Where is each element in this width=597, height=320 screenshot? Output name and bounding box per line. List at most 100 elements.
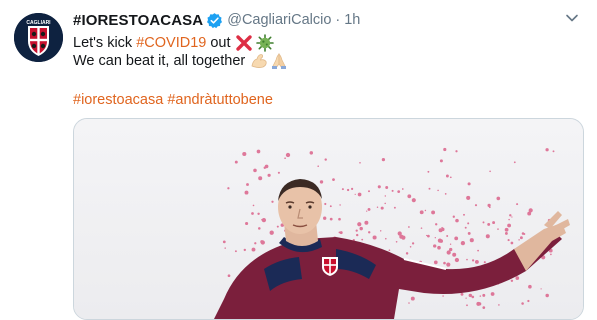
display-name[interactable]: #IORESTOACASA — [73, 12, 203, 29]
splash-particle — [285, 152, 291, 158]
splash-particle — [485, 234, 490, 239]
avatar[interactable]: CAGLIARI — [14, 13, 63, 62]
splash-particle — [428, 187, 431, 190]
splash-particle — [513, 161, 516, 164]
splash-particle — [224, 247, 226, 249]
splash-particle — [460, 240, 466, 246]
splash-particle — [411, 242, 415, 245]
handle[interactable]: @CagliariCalcio — [227, 12, 331, 28]
hashtag-andratuttobene[interactable]: #andràtuttobene — [167, 92, 273, 108]
splash-particle — [401, 188, 404, 190]
splash-particle — [479, 295, 482, 297]
tweet-text: We can beat it, all together — [73, 53, 246, 69]
splash-particle — [437, 238, 442, 243]
splash-particle — [245, 221, 249, 226]
splash-particle — [284, 157, 286, 160]
splash-particle — [446, 235, 449, 237]
splash-particle — [319, 180, 324, 184]
splash-particle — [478, 302, 482, 306]
splash-particle — [471, 259, 475, 262]
splash-particle — [492, 221, 496, 225]
splash-particle — [401, 235, 406, 240]
splash-particle — [261, 219, 263, 221]
splash-particle — [361, 238, 364, 241]
splash-particle — [381, 157, 386, 162]
splash-particle — [482, 306, 486, 309]
splash-particle — [455, 150, 458, 153]
splash-particle — [408, 302, 410, 304]
splash-particle — [253, 168, 257, 173]
splash-particle — [468, 293, 473, 298]
splash-particle — [443, 147, 447, 152]
splash-particle — [449, 243, 452, 245]
splash-particle — [455, 218, 459, 223]
splash-particle — [521, 302, 524, 305]
splash-particle — [251, 212, 254, 215]
hashtag-iorestoacasa[interactable]: #iorestoacasa — [73, 92, 163, 108]
splash-particle — [364, 220, 369, 225]
splash-particle — [545, 148, 549, 152]
splash-particle — [244, 190, 249, 195]
splash-particle — [443, 261, 446, 265]
splash-particle — [368, 190, 370, 193]
splash-particle — [519, 236, 523, 240]
splash-particle — [411, 198, 416, 203]
splash-particle — [379, 230, 382, 232]
splash-particle — [277, 171, 280, 174]
splash-particle — [437, 189, 439, 192]
splash-particle — [431, 210, 436, 215]
splash-particle — [366, 210, 368, 212]
splash-particle — [434, 237, 436, 239]
splash-particle — [516, 203, 519, 206]
splash-particle — [385, 237, 387, 240]
hashtag-covid19[interactable]: #COVID19 — [136, 35, 206, 51]
splash-particle — [424, 209, 427, 212]
splash-particle — [258, 176, 263, 181]
splash-particle — [511, 216, 513, 218]
splash-particle — [504, 227, 509, 232]
splash-particle — [439, 159, 443, 163]
splash-particle — [441, 227, 445, 232]
timestamp[interactable]: 1h — [344, 12, 360, 28]
splash-particle — [452, 215, 455, 218]
splash-particle — [368, 231, 371, 234]
splash-particle — [395, 240, 398, 243]
splash-particle — [504, 231, 508, 235]
splash-particle — [509, 214, 512, 217]
splash-particle — [466, 304, 468, 307]
splash-particle — [309, 151, 314, 155]
splash-particle — [427, 170, 430, 173]
separator-dot: · — [335, 12, 341, 28]
splash-particle — [368, 208, 371, 211]
splash-particle — [528, 208, 533, 213]
splash-particle — [497, 228, 499, 230]
splash-particle — [446, 262, 451, 267]
chevron-down-icon[interactable] — [565, 11, 579, 25]
splash-particle — [508, 218, 510, 221]
flexed-biceps-emoji — [251, 54, 267, 68]
splash-particle — [376, 206, 379, 209]
splash-particle — [332, 178, 335, 181]
media-card[interactable] — [73, 118, 584, 320]
splash-particle — [377, 185, 381, 189]
splash-particle — [258, 227, 261, 230]
splash-particle — [269, 230, 274, 235]
splash-particle — [385, 186, 389, 189]
splash-particle — [496, 196, 501, 201]
splash-particle — [527, 299, 530, 303]
splash-particle — [433, 244, 437, 248]
splash-particle — [329, 217, 333, 221]
splash-particle — [419, 210, 424, 215]
splash-particle — [454, 236, 459, 241]
splash-particle — [482, 293, 486, 297]
splash-particle — [324, 158, 327, 161]
splash-particle — [449, 247, 453, 252]
splash-particle — [507, 239, 510, 242]
splash-particle — [482, 221, 485, 224]
splash-particle — [246, 183, 249, 186]
splash-particle — [507, 223, 512, 228]
tweet-text-line-2: We can beat it, all together — [73, 51, 288, 71]
splash-particle — [466, 258, 468, 261]
splash-particle — [487, 222, 491, 226]
splash-particle — [359, 161, 361, 164]
